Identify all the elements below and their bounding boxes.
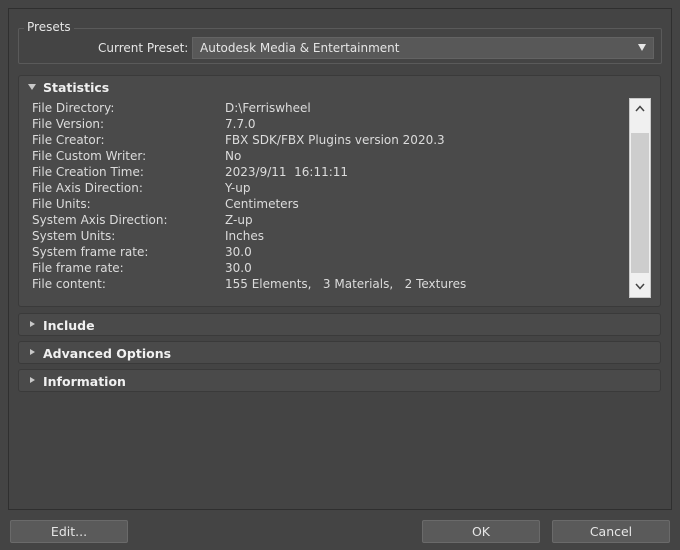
- information-title: Information: [43, 374, 126, 389]
- stat-value: No: [225, 149, 242, 163]
- expanded-triangle-icon: [28, 84, 36, 90]
- collapsed-triangle-icon: [30, 349, 35, 355]
- current-preset-label: Current Preset:: [98, 41, 189, 55]
- stat-key: File Creator:: [32, 133, 105, 147]
- information-rollout[interactable]: Information: [18, 369, 661, 392]
- stat-key: File Units:: [32, 197, 91, 211]
- stat-value: Z-up: [225, 213, 253, 227]
- collapsed-triangle-icon: [30, 377, 35, 383]
- chevron-down-icon: [635, 283, 645, 290]
- stat-value: 30.0: [225, 261, 252, 275]
- advanced-options-rollout-header[interactable]: Advanced Options: [19, 342, 660, 364]
- stat-value: Inches: [225, 229, 264, 243]
- cancel-button[interactable]: Cancel: [552, 520, 670, 543]
- stat-key: System Axis Direction:: [32, 213, 168, 227]
- collapsed-triangle-icon: [30, 321, 35, 327]
- stat-key: System frame rate:: [32, 245, 149, 259]
- stat-key: File Axis Direction:: [32, 181, 143, 195]
- stat-key: File Custom Writer:: [32, 149, 147, 163]
- stat-value: 7.7.0: [225, 117, 256, 131]
- include-rollout-header[interactable]: Include: [19, 314, 660, 336]
- stat-value: FBX SDK/FBX Plugins version 2020.3: [225, 133, 445, 147]
- stat-key: File Version:: [32, 117, 105, 131]
- stat-value: 155 Elements, 3 Materials, 2 Textures: [225, 277, 467, 291]
- statistics-rollout-header[interactable]: Statistics: [19, 76, 660, 98]
- scroll-up-button[interactable]: [630, 99, 650, 119]
- statistics-scrollbar[interactable]: [629, 98, 651, 298]
- stat-value: Y-up: [225, 181, 251, 195]
- statistics-rollout: Statistics File Directory: D:\Ferriswheel…: [18, 75, 661, 307]
- stat-value: D:\Ferriswheel: [225, 101, 311, 115]
- stat-value: 2023/9/11 16:11:11: [225, 165, 349, 179]
- stat-key: System Units:: [32, 229, 116, 243]
- stat-value: Centimeters: [225, 197, 299, 211]
- scroll-thumb[interactable]: [631, 133, 649, 273]
- edit-button[interactable]: Edit...: [10, 520, 128, 543]
- scroll-down-button[interactable]: [630, 277, 650, 297]
- statistics-title: Statistics: [43, 80, 110, 95]
- presets-title: Presets: [24, 20, 74, 34]
- current-preset-dropdown[interactable]: Autodesk Media & Entertainment: [192, 37, 654, 59]
- dropdown-arrow-icon[interactable]: [638, 44, 646, 51]
- information-rollout-header[interactable]: Information: [19, 370, 660, 392]
- stat-key: File Creation Time:: [32, 165, 144, 179]
- stat-key: File content:: [32, 277, 106, 291]
- chevron-up-icon: [635, 105, 645, 112]
- fbx-import-dialog: Presets Current Preset: Autodesk Media &…: [0, 0, 680, 550]
- advanced-options-rollout[interactable]: Advanced Options: [18, 341, 661, 364]
- stat-key: File Directory:: [32, 101, 115, 115]
- include-rollout[interactable]: Include: [18, 313, 661, 336]
- include-title: Include: [43, 318, 95, 333]
- stat-key: File frame rate:: [32, 261, 124, 275]
- stat-value: 30.0: [225, 245, 252, 259]
- current-preset-value: Autodesk Media & Entertainment: [200, 41, 400, 55]
- ok-button[interactable]: OK: [422, 520, 540, 543]
- advanced-options-title: Advanced Options: [43, 346, 172, 361]
